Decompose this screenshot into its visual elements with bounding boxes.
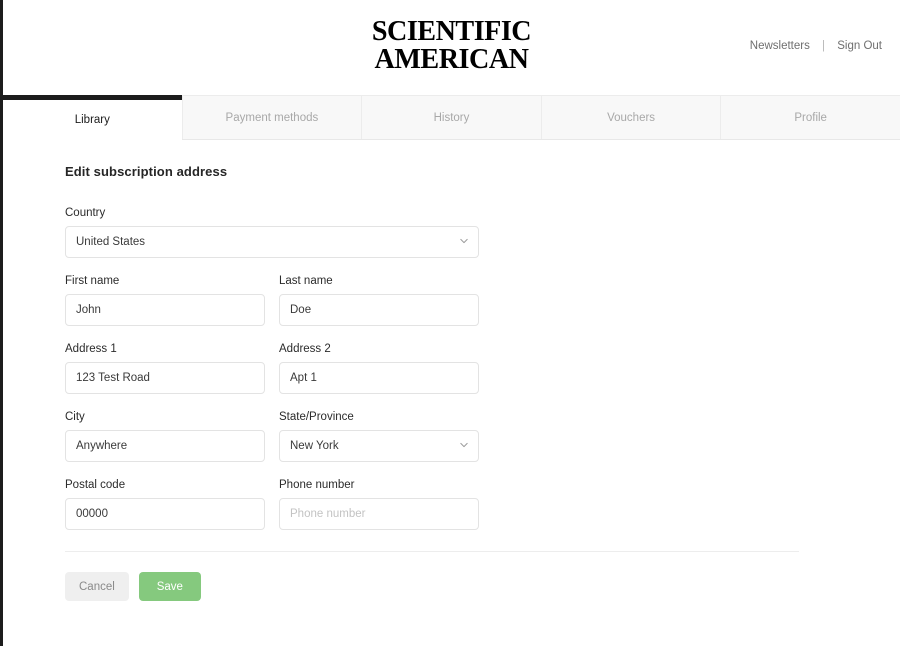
first-name-label: First name (65, 275, 265, 287)
tab-library-label: Library (75, 114, 110, 126)
phone-number-placeholder: Phone number (290, 508, 365, 520)
address-2-value: Apt 1 (290, 372, 317, 384)
postal-code-value: 00000 (76, 508, 108, 520)
city-field: City Anywhere (65, 411, 265, 462)
tab-profile-label: Profile (794, 112, 827, 124)
country-label: Country (65, 207, 479, 219)
address-row: Address 1 123 Test Road Address 2 Apt 1 (65, 343, 900, 394)
tab-payment-methods[interactable]: Payment methods (182, 95, 362, 139)
tab-profile[interactable]: Profile (720, 95, 900, 139)
state-select[interactable]: New York (279, 430, 479, 462)
country-select[interactable]: United States (65, 226, 479, 258)
state-label: State/Province (279, 411, 479, 423)
account-tabs: Library Payment methods History Vouchers… (3, 95, 900, 140)
city-value: Anywhere (76, 440, 127, 452)
tab-history[interactable]: History (361, 95, 541, 139)
phone-number-input[interactable]: Phone number (279, 498, 479, 530)
phone-number-label: Phone number (279, 479, 479, 491)
page-title: Edit subscription address (65, 164, 900, 179)
state-value: New York (290, 440, 339, 452)
address-1-label: Address 1 (65, 343, 265, 355)
last-name-label: Last name (279, 275, 479, 287)
name-row: First name John Last name Doe (65, 275, 900, 326)
address-2-input[interactable]: Apt 1 (279, 362, 479, 394)
last-name-input[interactable]: Doe (279, 294, 479, 326)
form-actions: Cancel Save (65, 572, 900, 601)
postal-code-input[interactable]: 00000 (65, 498, 265, 530)
postal-code-field: Postal code 00000 (65, 479, 265, 530)
site-header: SCIENTIFIC AMERICAN Newsletters | Sign O… (3, 0, 900, 95)
city-state-row: City Anywhere State/Province New York (65, 411, 900, 462)
address-2-label: Address 2 (279, 343, 479, 355)
postal-code-label: Postal code (65, 479, 265, 491)
chevron-down-icon (460, 441, 468, 449)
tab-payment-methods-label: Payment methods (226, 112, 319, 124)
address-1-field: Address 1 123 Test Road (65, 343, 265, 394)
header-link-separator: | (822, 40, 825, 52)
state-field: State/Province New York (279, 411, 479, 462)
header-links: Newsletters | Sign Out (750, 40, 882, 52)
newsletters-link[interactable]: Newsletters (750, 40, 810, 52)
city-label: City (65, 411, 265, 423)
tab-vouchers-label: Vouchers (607, 112, 655, 124)
chevron-down-icon (460, 237, 468, 245)
last-name-value: Doe (290, 304, 311, 316)
address-2-field: Address 2 Apt 1 (279, 343, 479, 394)
postal-phone-row: Postal code 00000 Phone number Phone num… (65, 479, 900, 530)
cancel-button[interactable]: Cancel (65, 572, 129, 601)
save-button[interactable]: Save (139, 572, 201, 601)
form-divider (65, 551, 799, 552)
last-name-field: Last name Doe (279, 275, 479, 326)
country-field: Country United States (65, 207, 479, 258)
edit-subscription-address-form: Edit subscription address Country United… (3, 140, 900, 601)
city-input[interactable]: Anywhere (65, 430, 265, 462)
country-row: Country United States (65, 207, 900, 258)
first-name-field: First name John (65, 275, 265, 326)
address-1-value: 123 Test Road (76, 372, 150, 384)
browser-viewport: SCIENTIFIC AMERICAN Newsletters | Sign O… (0, 0, 900, 646)
address-1-input[interactable]: 123 Test Road (65, 362, 265, 394)
phone-number-field: Phone number Phone number (279, 479, 479, 530)
tab-vouchers[interactable]: Vouchers (541, 95, 721, 139)
country-value: United States (76, 236, 145, 248)
sign-out-link[interactable]: Sign Out (837, 40, 882, 52)
tab-history-label: History (434, 112, 470, 124)
tab-library[interactable]: Library (3, 95, 182, 140)
first-name-input[interactable]: John (65, 294, 265, 326)
first-name-value: John (76, 304, 101, 316)
